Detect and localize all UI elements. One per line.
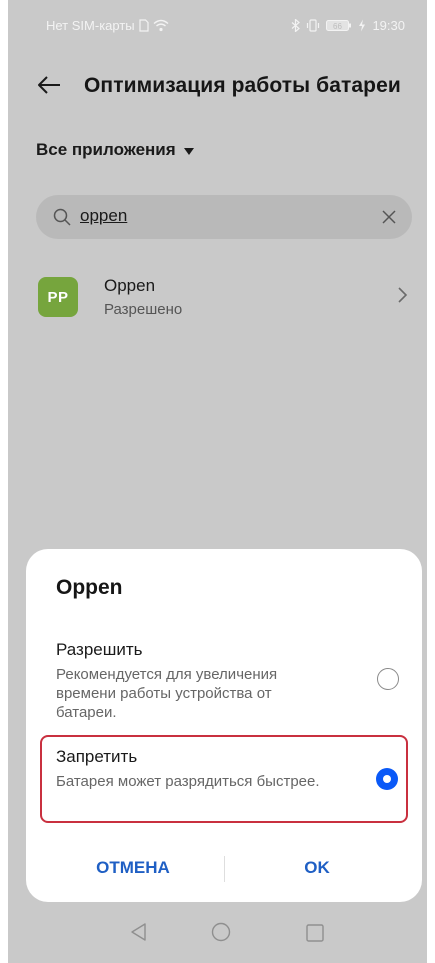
arrow-left-icon[interactable]	[34, 70, 64, 100]
close-icon[interactable]	[380, 208, 398, 226]
status-left: Нет SIM-карты	[46, 18, 169, 33]
page-title: Оптимизация работы батареи	[84, 74, 401, 97]
carrier-text: Нет SIM-карты	[46, 18, 135, 33]
clock-text: 19:30	[372, 18, 405, 33]
search-bar[interactable]: oppen	[36, 195, 412, 239]
screen: Нет SIM-карты 66 19:30 Оптимизация работ…	[8, 0, 427, 963]
nav-back-icon[interactable]	[128, 921, 150, 943]
filter-label: Все приложения	[36, 140, 176, 159]
option-description: Батарея может разрядиться быстрее.	[56, 773, 320, 790]
ok-button[interactable]: OK	[222, 846, 412, 890]
bluetooth-icon	[292, 19, 301, 32]
sim-icon	[139, 19, 149, 32]
option-description: Рекомендуется для увеличения времени раб…	[56, 666, 278, 721]
navigation-bar	[8, 910, 427, 963]
dialog-actions: ОТМЕНА OK	[26, 846, 422, 894]
cancel-button[interactable]: ОТМЕНА	[38, 846, 228, 890]
search-input[interactable]: oppen	[80, 206, 127, 226]
option-title: Запретить	[56, 747, 138, 766]
app-status: Разрешено	[104, 301, 183, 318]
dialog-title: Oppen	[56, 576, 123, 599]
caret-down-icon	[183, 147, 194, 155]
app-name: Oppen	[104, 276, 156, 295]
battery-icon: 66	[326, 20, 352, 31]
app-logo: PP	[38, 277, 78, 317]
battery-level-text: 66	[334, 22, 343, 31]
charging-icon	[359, 19, 366, 32]
option-title: Разрешить	[56, 640, 143, 659]
radio-button-deny[interactable]	[376, 768, 398, 790]
status-bar: Нет SIM-карты 66 19:30	[8, 0, 427, 50]
search-icon	[53, 208, 71, 226]
option-allow[interactable]: Разрешить Рекомендуется для увеличения в…	[40, 632, 408, 728]
battery-option-dialog: Oppen Разрешить Рекомендуется для увелич…	[26, 549, 422, 902]
nav-recents-icon[interactable]	[305, 923, 325, 943]
chevron-right-icon	[398, 287, 408, 303]
option-deny[interactable]: Запретить Батарея может разрядиться быст…	[40, 735, 408, 823]
apps-filter-dropdown[interactable]: Все приложения	[36, 140, 194, 160]
vibrate-icon	[307, 19, 320, 32]
radio-button-allow[interactable]	[377, 668, 399, 690]
wifi-icon	[153, 19, 169, 32]
nav-home-icon[interactable]	[210, 921, 232, 943]
header: Оптимизация работы батареи	[8, 62, 427, 112]
app-list-item[interactable]: PP Oppen Разрешено	[8, 268, 427, 332]
status-right: 66 19:30	[291, 18, 405, 33]
